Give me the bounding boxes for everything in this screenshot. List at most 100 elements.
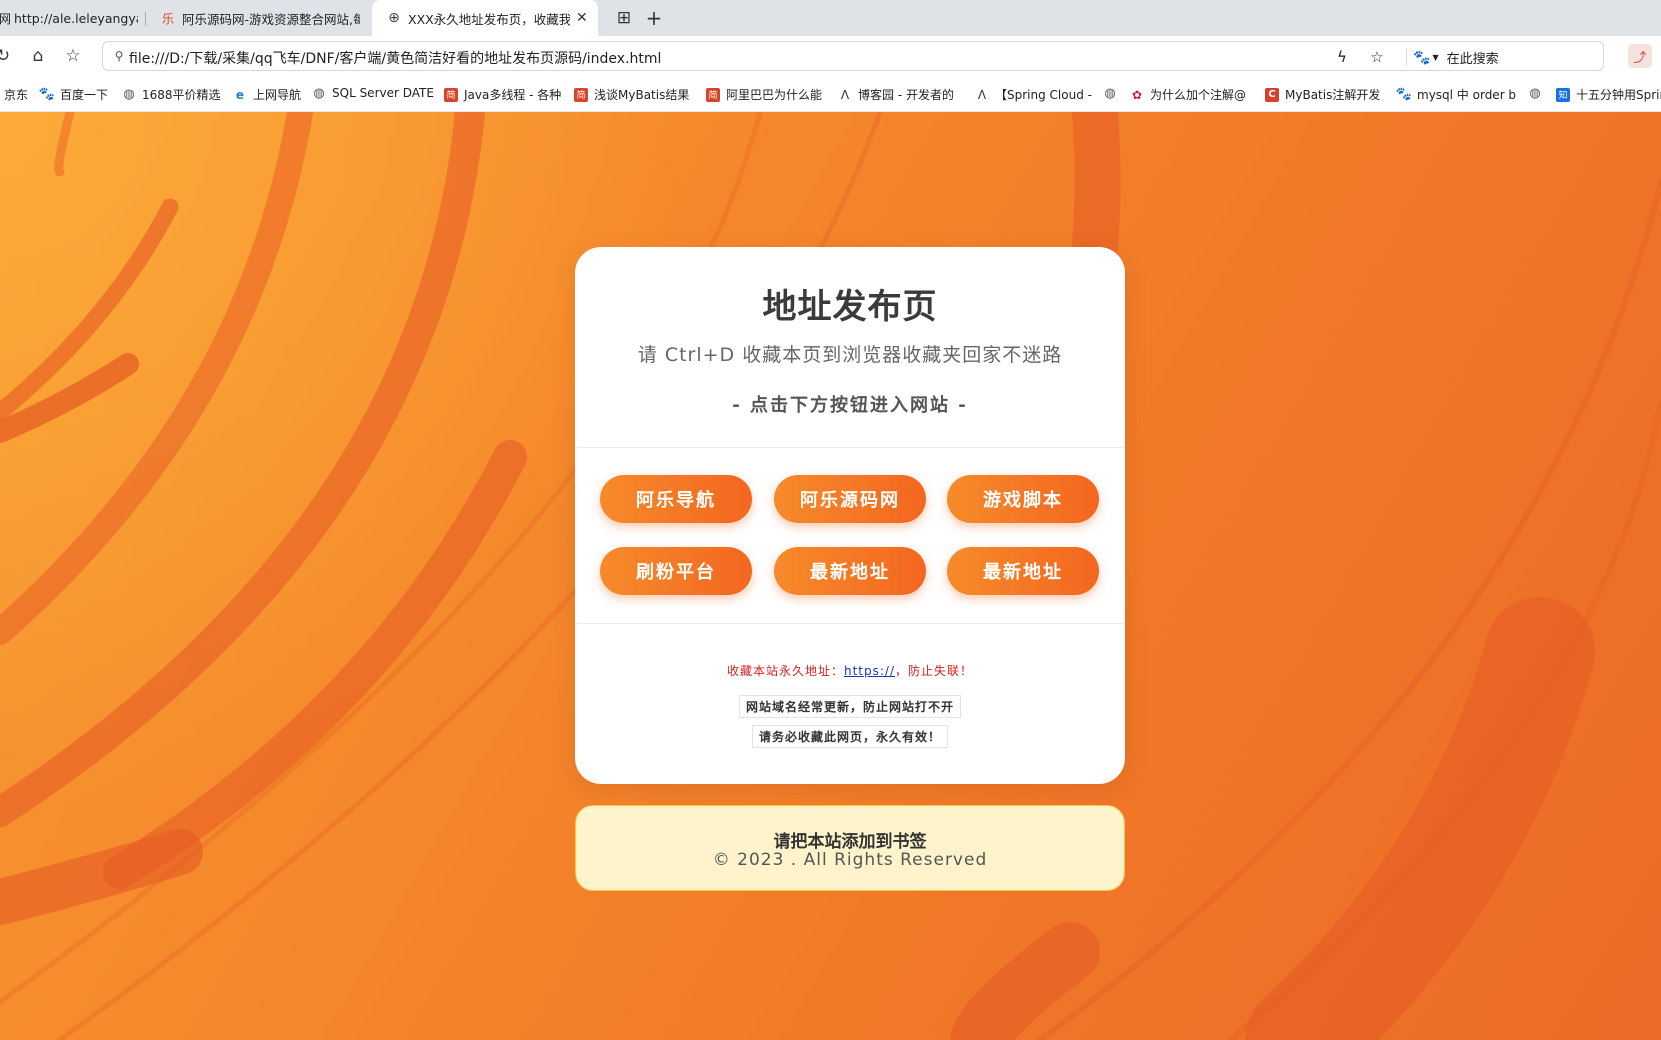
click-hint: - 点击下方按钮进入网站 - — [732, 395, 968, 416]
address-row: ↻ ⌂ ☆ ⚲ file:///D:/下载/采集/qq飞车/DNF/客户端/黄色… — [0, 36, 1661, 76]
bookmark-notice: 请务必收藏此网页，永久有效！ — [751, 725, 948, 748]
browser-chrome: 网 http://ale.leleyangyan 乐 阿乐源码网-游戏资源整合网… — [0, 0, 1661, 112]
bookmark-label: 1688平价精选 — [142, 88, 221, 102]
bookmark-label: 阿里巴巴为什么能 — [726, 88, 823, 102]
bookmark-label: mysql 中 order b — [1417, 88, 1517, 102]
bookmark-item[interactable]: e 上网导航 — [233, 86, 301, 103]
latest-address-button-2[interactable]: 最新地址 — [947, 547, 1099, 595]
bookmark-csdn-icon: C — [1265, 87, 1279, 102]
bookmark-item[interactable]: ⴷ 【Spring Cloud - — [975, 86, 1092, 103]
bookmark-label: 十五分钟用Sprin — [1576, 88, 1661, 102]
bookmark-globe-icon: ◍ — [1529, 85, 1541, 101]
home-icon[interactable]: ⌂ — [27, 45, 49, 67]
bookmark-label: Java多线程 - 各种 — [464, 88, 562, 102]
address-bar[interactable]: ⚲ file:///D:/下载/采集/qq飞车/DNF/客户端/黄色简洁好看的地… — [102, 41, 1604, 71]
bookmark-item[interactable]: 🐾 百度一下 — [38, 86, 109, 103]
bookmark-jian-icon: 简 — [706, 87, 720, 102]
lightning-icon[interactable]: ϟ — [1332, 47, 1352, 67]
bookmark-label: MyBatis注解开发 — [1285, 88, 1381, 102]
bookmark-item[interactable]: 简阿里巴巴为什么能 — [706, 86, 822, 103]
bookmark-label: 上网导航 — [253, 88, 302, 102]
bookmark-cnb-icon: ⴷ — [840, 87, 850, 102]
copyright-text: © 2023 . All Rights Reserved — [712, 850, 988, 870]
tab-address-page[interactable]: ⊕ XXX永久地址发布页，收藏我 ✕ — [372, 0, 598, 36]
bookmark-item[interactable]: 知十五分钟用Sprin — [1556, 86, 1661, 103]
bookmark-item[interactable]: ◍ SQL Server DATE — [312, 85, 434, 101]
notice-row-2: 请务必收藏此网页，永久有效！ — [575, 725, 1125, 748]
tab-label: http://ale.leleyangyan — [14, 10, 138, 26]
bookmark-baidu-icon: 🐾 — [1395, 87, 1413, 102]
bookmark-item[interactable]: ✿ 为什么加个注解@ — [1130, 86, 1246, 103]
search-engine-label: 在此搜索 — [1446, 52, 1499, 67]
ale-nav-button[interactable]: 阿乐导航 — [600, 475, 752, 523]
bookmark-item[interactable]: 简浅谈MyBatis结果 — [574, 86, 689, 103]
permanent-address-prefix: 收藏本站永久地址： — [726, 664, 844, 678]
tab-bar: 网 http://ale.leleyangyan 乐 阿乐源码网-游戏资源整合网… — [0, 0, 1661, 36]
bookmark-hw-icon: ✿ — [1131, 87, 1143, 102]
bookmark-globe-icon: ◍ — [313, 85, 325, 101]
baidu-paw-icon: 🐾 — [1413, 49, 1431, 66]
footer-bookmark-text: 请把本站添加到书签 — [773, 832, 927, 852]
bookmark-label: 博客园 - 开发者的 — [858, 88, 954, 102]
bookmark-globe-icon: ◍ — [1104, 85, 1116, 101]
divider — [575, 623, 1125, 624]
bookmark-label: 京东 — [4, 88, 29, 102]
domain-update-notice: 网站域名经常更新，防止网站打不开 — [738, 695, 961, 718]
bookmark-item[interactable]: ⴷ 博客园 - 开发者的 — [838, 86, 954, 103]
ale-source-button[interactable]: 阿乐源码网 — [774, 475, 926, 523]
bookmark-item[interactable]: 简 Java多线程 - 各种 — [444, 86, 561, 103]
bookmark-item[interactable]: 🐾 mysql 中 order b — [1395, 86, 1517, 103]
url-text[interactable]: file:///D:/下载/采集/qq飞车/DNF/客户端/黄色简洁好看的地址发… — [129, 48, 661, 68]
address-card: 地址发布页 请 Ctrl+D 收藏本页到浏览器收藏夹回家不迷路 - 点击下方按钮… — [575, 247, 1125, 784]
reload-icon[interactable]: ↻ — [0, 45, 14, 67]
new-tab-icon[interactable]: + — [643, 6, 665, 30]
bookmark-edge-icon: e — [235, 87, 245, 102]
bookmark-item[interactable]: ◍ — [1103, 85, 1123, 101]
bookmark-instruction: 请 Ctrl+D 收藏本页到浏览器收藏夹回家不迷路 — [637, 344, 1063, 366]
search-icon: ⚲ — [114, 49, 124, 63]
bookmark-cnb-icon: ⴷ — [977, 87, 987, 102]
bookmark-baidu-icon: 🐾 — [38, 87, 56, 102]
globe-icon: ⊕ — [388, 10, 400, 26]
page-viewport: 地址发布页 请 Ctrl+D 收藏本页到浏览器收藏夹回家不迷路 - 点击下方按钮… — [0, 112, 1661, 1040]
bookmark-label: SQL Server DATE — [332, 86, 434, 100]
permanent-address-link[interactable]: https:// — [844, 664, 895, 678]
bookmark-globe-icon: ◍ — [123, 87, 135, 102]
footer-box: 请把本站添加到书签 © 2023 . All Rights Reserved — [575, 805, 1125, 891]
tab-ale-nav[interactable]: 网 http://ale.leleyangyan — [0, 0, 138, 36]
divider — [1406, 48, 1407, 66]
permanent-address-suffix: ，防止失联！ — [895, 664, 974, 678]
star-icon[interactable]: ☆ — [62, 45, 84, 67]
page-title: 地址发布页 — [762, 287, 938, 327]
bookmark-item[interactable]: ◍ 1688平价精选 — [122, 86, 221, 103]
permanent-address-line: 收藏本站永久地址：https://，防止失联！ — [575, 662, 1125, 679]
bookmark-item[interactable]: C MyBatis注解开发 — [1265, 86, 1380, 103]
bookmarks-bar: 京东 🐾 百度一下 ◍ 1688平价精选 e 上网导航 ◍ SQL Server DATE 简 Ja… — [0, 76, 1661, 112]
tab-label: XXX永久地址发布页，收藏我 — [408, 11, 570, 27]
fan-platform-button[interactable]: 刷粉平台 — [600, 547, 752, 595]
chevron-down-icon: ▼ — [1432, 53, 1439, 62]
notice-row-1: 网站域名经常更新，防止网站打不开 — [575, 695, 1125, 718]
close-icon[interactable]: ✕ — [576, 10, 588, 26]
bookmark-label: 【Spring Cloud - — [995, 88, 1092, 102]
bookmark-item[interactable]: ◍ — [1528, 85, 1548, 101]
bookmark-label: 为什么加个注解@ — [1150, 88, 1247, 102]
tab-ale-source[interactable]: 乐 阿乐源码网-游戏资源整合网站,每 — [160, 0, 360, 36]
divider — [575, 447, 1125, 448]
tab-label: 阿乐源码网-游戏资源整合网站,每 — [182, 11, 360, 27]
bookmark-item[interactable]: 京东 — [4, 86, 28, 103]
bookmark-label: 百度一下 — [60, 88, 109, 102]
bookmark-jian-icon: 简 — [444, 87, 458, 102]
tab-separator — [145, 12, 146, 26]
pdf-icon[interactable]: ⤴ — [1628, 44, 1652, 68]
bookmark-star-icon[interactable]: ☆ — [1367, 47, 1387, 67]
bookmark-zhi-icon: 知 — [1556, 87, 1570, 102]
tab-grid-icon[interactable]: ⊞ — [613, 7, 635, 29]
search-engine[interactable]: 🐾 ▼ 在此搜索 — [1413, 48, 1499, 68]
tab-favicon-icon: 网 — [0, 11, 12, 26]
game-script-button[interactable]: 游戏脚本 — [947, 475, 1099, 523]
latest-address-button-1[interactable]: 最新地址 — [774, 547, 926, 595]
bookmark-label: 浅谈MyBatis结果 — [594, 88, 690, 102]
tab-favicon-icon: 乐 — [161, 11, 174, 26]
bookmark-jian-icon: 简 — [574, 87, 588, 102]
